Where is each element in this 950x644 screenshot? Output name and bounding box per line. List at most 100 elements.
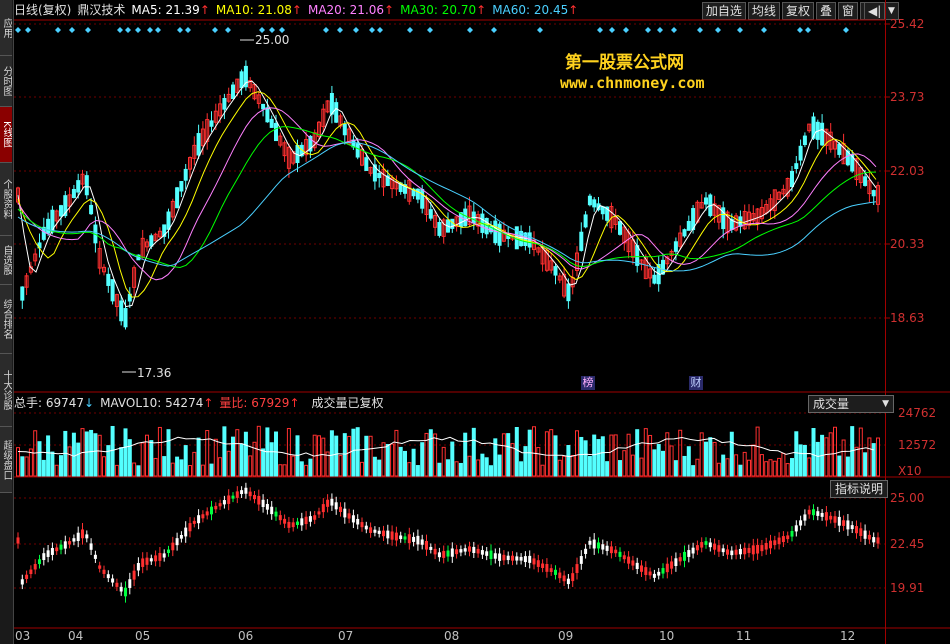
ranking-marker[interactable]: 榜 [581,376,595,390]
volume-bar [497,454,502,477]
signal-diamond [337,27,343,33]
indicator-body [459,549,463,553]
volume-bar [686,446,691,477]
volume-bar [532,426,536,477]
volume-bar [489,465,493,477]
volume-bar [755,426,760,477]
volume-bar [643,428,648,477]
indicator-body [846,520,850,530]
signal-diamond [147,27,153,33]
indicator-body [360,522,364,528]
signal-diamond [671,27,677,33]
indicator-body [369,527,373,533]
volume-bar [415,465,420,477]
chevron-down-icon: ▼ [882,399,889,409]
indicator-body [726,549,729,555]
indicator-body [201,514,205,519]
indicator-body [149,558,153,562]
volume-bar [648,434,653,477]
volume-bar [360,461,364,477]
candle-body [59,205,63,217]
indicator-tick: 22.45 [890,537,925,551]
indicator-body [588,540,592,545]
indicator-body [308,516,312,522]
volume-unit: X10 [898,464,922,478]
volume-bar [192,451,197,477]
volume-bar [256,425,261,477]
finance-marker[interactable]: 财 [689,376,703,390]
volume-bar [433,433,438,477]
indicator-body [489,550,493,560]
chart-canvas[interactable] [0,0,950,644]
candle-body [179,181,184,192]
signal-diamond [623,27,629,33]
indicator-body [115,582,119,587]
signal-diamond [155,27,161,33]
volume-bar [334,435,339,477]
volume-bar [579,436,584,477]
candle-body [76,180,81,193]
indicator-body [253,495,256,500]
volume-bar [854,446,859,477]
indicator-body [837,516,841,526]
volume-bar [403,450,407,477]
volume-bar [342,433,347,477]
indicator-help-button[interactable]: 指标说明 [830,480,889,498]
volume-bar [123,428,128,477]
candle-body [673,241,678,252]
volume-bar [807,457,812,477]
volume-bar [196,437,201,477]
indicator-body [670,561,674,569]
volume-bar [772,460,777,477]
signal-diamond [177,27,183,33]
volume-bar [876,437,880,477]
volume-bar [759,454,764,477]
total-volume-arrow: ↓ [84,396,95,410]
indicator-body [63,541,67,549]
volume-bar [329,430,334,477]
volume-bar [179,459,184,477]
volume-bar [845,456,850,477]
indicator-body [296,521,299,525]
indicator-tick: 19.91 [890,581,925,595]
candle-body [794,163,799,170]
candle-body [222,98,227,110]
volume-bar [132,462,137,477]
indicator-body [463,548,467,552]
volume-bar [725,458,730,477]
candle-body [790,170,794,188]
signal-diamond [697,27,703,33]
watermark-title: 第一股票公式网 [565,53,684,73]
indicator-body [210,506,213,515]
volume-bar [867,437,872,477]
volume-bar [93,433,98,477]
indicator-body [704,541,708,545]
volume-bar [691,465,696,477]
volume-bar [351,428,356,477]
indicator-body [76,532,80,541]
ma20-line [17,107,877,281]
indicator-body [756,544,760,554]
volume-bar [97,434,102,477]
indicator-body [72,538,76,542]
indicator-body [38,559,41,565]
indicator-selector[interactable]: 成交量 ▼ [808,395,894,413]
volume-bar [833,426,837,477]
indicator-body [265,503,269,510]
signal-diamond [369,27,375,33]
indicator-body [106,574,110,579]
mavol-value: MAVOL10: 54274 [100,396,204,410]
volume-bar [841,439,846,477]
indicator-body [876,537,880,544]
indicator-body [769,540,772,549]
indicator-body [386,530,390,539]
candle-body [110,279,115,302]
volume-bar [519,461,524,477]
indicator-body [141,558,145,567]
volume-bar [639,457,644,477]
indicator-body [743,547,747,555]
volume-ma-line [17,436,875,458]
volume-bar [239,444,244,477]
indicator-body [506,555,510,561]
indicator-body [558,572,562,579]
